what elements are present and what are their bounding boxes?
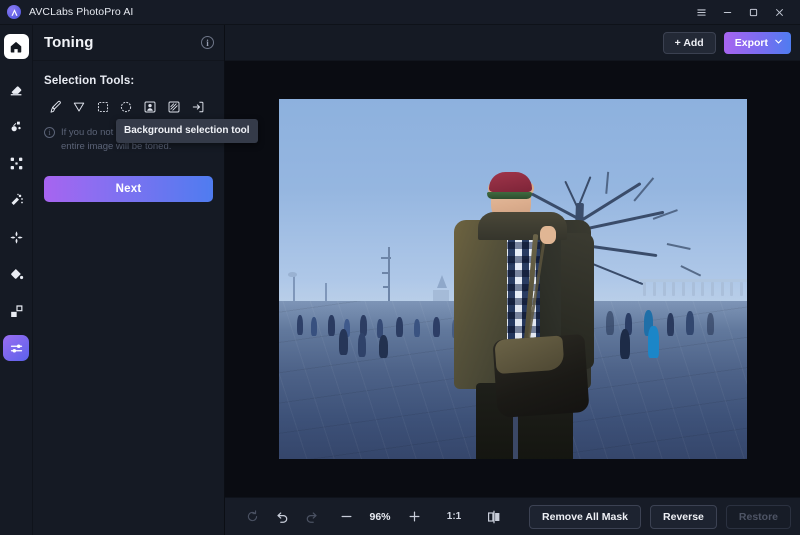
- next-button[interactable]: Next: [44, 175, 213, 202]
- zoom-in-button[interactable]: [399, 505, 429, 529]
- selection-tools-label: Selection Tools:: [44, 75, 135, 87]
- photo-balustrade: [638, 279, 747, 311]
- main-area: + Add Export 96% 1:1 Remove All Mask Rev…: [225, 25, 800, 535]
- photo-person: [685, 311, 694, 336]
- photo-lamp-head: [287, 271, 297, 277]
- home-icon[interactable]: [3, 34, 29, 59]
- photo-baluster: [681, 282, 685, 296]
- minimize-icon[interactable]: [714, 0, 740, 24]
- zoom-level[interactable]: 96%: [361, 511, 399, 523]
- brush-icon[interactable]: [44, 97, 66, 117]
- photo-mast-arm: [383, 286, 391, 289]
- maximize-icon[interactable]: [740, 0, 766, 24]
- mask-actions: Remove All Mask Reverse Restore: [529, 504, 791, 529]
- photo-subject: [424, 167, 611, 459]
- rail-item-background[interactable]: [3, 298, 29, 324]
- photo-person: [297, 315, 304, 335]
- lasso-pointer-icon[interactable]: [68, 97, 90, 117]
- export-button-label: Export: [734, 36, 768, 49]
- photo-subject-hand: [539, 225, 556, 244]
- photo-person: [648, 325, 660, 358]
- photo-mast-arm: [382, 271, 391, 274]
- actual-size-button[interactable]: 1:1: [439, 507, 469, 526]
- photo-person: [327, 315, 335, 336]
- rail-item-enlarge[interactable]: [3, 150, 29, 176]
- rail-item-magic-brush[interactable]: [3, 187, 29, 213]
- rectangle-marquee-icon[interactable]: [92, 97, 114, 117]
- rail-item-erase[interactable]: [3, 76, 29, 102]
- photo-baluster: [730, 282, 734, 296]
- ellipse-marquee-icon[interactable]: [115, 97, 137, 117]
- window-controls: [688, 0, 792, 24]
- remove-all-mask-button[interactable]: Remove All Mask: [529, 504, 642, 529]
- selection-tools-row: [44, 97, 213, 117]
- photo-person: [620, 329, 631, 360]
- app-window: AVCLabs PhotoPro AI Toning i Selection T…: [0, 0, 800, 535]
- left-panel: Toning i Selection Tools: i If you do no…: [33, 25, 258, 535]
- photo-mast-arm: [380, 257, 391, 260]
- photo-person: [706, 313, 714, 336]
- photo-baluster: [662, 282, 666, 296]
- rail-item-retouch[interactable]: [3, 113, 29, 139]
- photo-person: [358, 333, 367, 357]
- export-button[interactable]: Export: [723, 31, 791, 54]
- reset-button[interactable]: [237, 505, 267, 529]
- tool-rail: [0, 25, 33, 535]
- add-button[interactable]: + Add: [662, 31, 716, 54]
- chevron-down-icon: [774, 37, 783, 49]
- redo-button[interactable]: [297, 505, 327, 529]
- info-icon: i: [44, 127, 55, 138]
- photo-subject-cap-brim: [487, 191, 533, 199]
- undo-button[interactable]: [267, 505, 297, 529]
- sky-selection-icon[interactable]: [163, 97, 185, 117]
- restore-button: Restore: [725, 504, 791, 529]
- add-button-label: + Add: [674, 36, 704, 49]
- photo-baluster: [710, 282, 714, 296]
- title-bar: AVCLabs PhotoPro AI: [0, 0, 800, 25]
- body-row: Toning i Selection Tools: i If you do no…: [0, 25, 800, 535]
- avclabs-logo-icon: [7, 5, 21, 19]
- photo-person: [414, 318, 421, 337]
- photo-person: [339, 329, 349, 356]
- zoom-controls: 96% 1:1: [237, 505, 509, 529]
- app-title: AVCLabs PhotoPro AI: [29, 6, 134, 18]
- compare-split-icon[interactable]: [479, 505, 509, 529]
- page-title: Toning: [44, 34, 94, 51]
- photo-baluster: [643, 282, 647, 296]
- photo-baluster: [691, 282, 695, 296]
- photo-baluster: [652, 282, 656, 296]
- close-icon[interactable]: [766, 0, 792, 24]
- photo-subject-bag-flap: [493, 334, 565, 374]
- reverse-button[interactable]: Reverse: [650, 504, 717, 529]
- photo-person: [311, 316, 318, 336]
- photo-preview[interactable]: [278, 99, 747, 459]
- photo-subject-bag: [492, 333, 590, 418]
- panel-content: Selection Tools: i If you do not entire …: [33, 61, 258, 202]
- portrait-selection-icon[interactable]: [139, 97, 161, 117]
- photo-baluster: [740, 282, 744, 296]
- tooltip: Background selection tool: [116, 119, 258, 143]
- hamburger-menu-icon[interactable]: [688, 0, 714, 24]
- photo-person: [395, 316, 403, 337]
- image-canvas[interactable]: [225, 61, 800, 497]
- rail-item-enhance[interactable]: [3, 224, 29, 250]
- photo-person: [379, 334, 389, 358]
- photo-baluster: [720, 282, 724, 296]
- photo-subject-cap: [489, 171, 533, 192]
- bottom-toolbar: 96% 1:1 Remove All Mask Reverse Restore: [225, 497, 800, 535]
- photo-baluster: [672, 282, 676, 296]
- main-toolbar: + Add Export: [225, 25, 800, 61]
- photo-person: [666, 313, 674, 337]
- rail-item-colorize[interactable]: [3, 261, 29, 287]
- zoom-out-button[interactable]: [331, 505, 361, 529]
- rail-item-toning[interactable]: [3, 335, 29, 361]
- photo-baluster: [701, 282, 705, 296]
- panel-header: Toning i: [33, 25, 224, 61]
- background-selection-icon[interactable]: [187, 97, 209, 117]
- info-icon[interactable]: i: [201, 36, 214, 49]
